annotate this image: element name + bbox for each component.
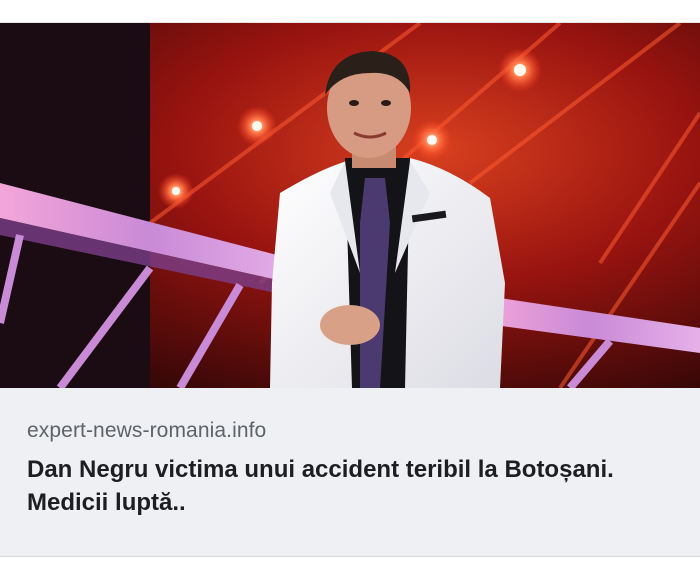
source-domain: expert-news-romania.info [27,419,267,442]
stage-photo-illustration [0,23,700,388]
preview-image[interactable] [0,23,700,388]
top-spacer [0,0,700,22]
article-headline[interactable]: Dan Negru victima unui accident teribil … [27,453,677,519]
bottom-spacer [0,557,700,578]
link-preview-card[interactable]: expert-news-romania.info Dan Negru victi… [0,22,700,557]
preview-caption[interactable]: expert-news-romania.info Dan Negru victi… [27,418,677,519]
